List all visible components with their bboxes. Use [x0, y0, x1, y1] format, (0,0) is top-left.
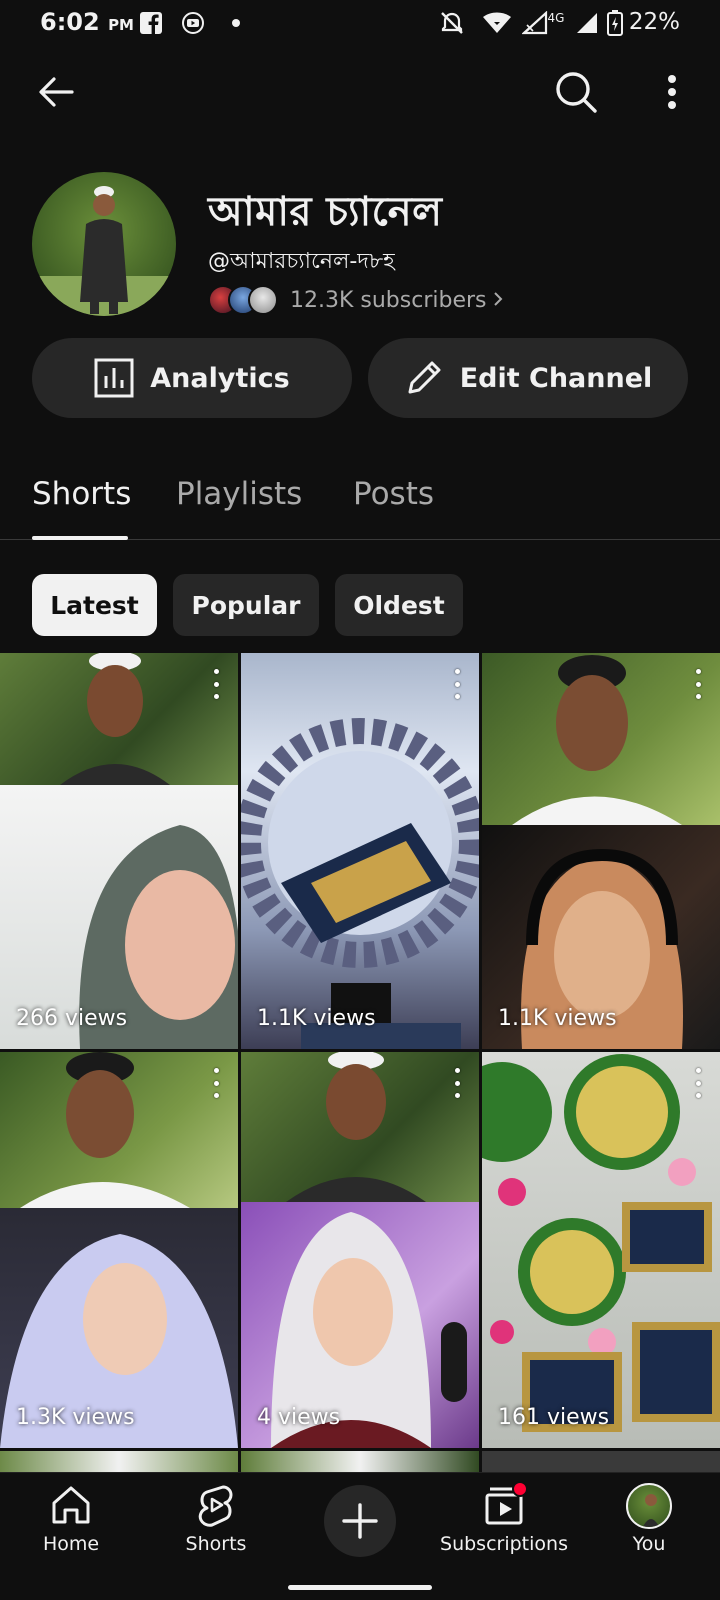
- analytics-label: Analytics: [150, 362, 290, 394]
- short-thumbnail[interactable]: 161 views: [482, 1052, 720, 1448]
- battery-icon: [606, 10, 624, 36]
- nav-shorts-label: Shorts: [185, 1533, 247, 1555]
- subscriber-count: 12.3K subscribers: [290, 287, 487, 313]
- tab-shorts[interactable]: Shorts: [32, 476, 131, 512]
- more-vertical-icon: [668, 75, 676, 109]
- view-count: 4 views: [257, 1405, 341, 1430]
- active-tab-indicator: [32, 536, 128, 540]
- thumbnail-image: [482, 1052, 720, 1448]
- subscriber-avatar: [248, 285, 278, 315]
- mobile-signal-4g-icon: 4G: [520, 10, 566, 36]
- subscriptions-icon-wrap: [480, 1481, 528, 1527]
- notification-badge: [512, 1481, 528, 1497]
- short-thumbnail[interactable]: 266 views: [0, 653, 238, 1049]
- view-count: 1.1K views: [498, 1006, 617, 1031]
- thumbnail-top-image: [0, 1052, 238, 1208]
- pencil-icon: [408, 361, 441, 394]
- more-options-button[interactable]: [644, 64, 700, 120]
- view-count: 161 views: [498, 1405, 610, 1430]
- create-button[interactable]: [324, 1485, 396, 1557]
- more-vertical-icon[interactable]: [688, 669, 708, 699]
- chevron-right-icon: [493, 288, 503, 313]
- nav-shorts[interactable]: Shorts: [141, 1483, 291, 1555]
- chip-oldest[interactable]: Oldest: [335, 574, 463, 636]
- more-vertical-icon[interactable]: [206, 1068, 226, 1098]
- tab-playlists[interactable]: Playlists: [176, 476, 302, 512]
- channel-avatar[interactable]: [32, 172, 176, 316]
- plus-icon: [342, 1503, 378, 1539]
- status-time-ampm: PM: [108, 16, 134, 34]
- arrow-left-icon: [39, 77, 74, 107]
- nav-subscriptions-label: Subscriptions: [440, 1533, 568, 1555]
- facebook-icon: [138, 10, 164, 36]
- avatar: [626, 1483, 672, 1529]
- shorts-icon: [198, 1485, 233, 1527]
- short-thumbnail[interactable]: 1.1K views: [482, 653, 720, 1049]
- subscribers-row[interactable]: 12.3K subscribers: [208, 284, 503, 316]
- more-vertical-icon[interactable]: [447, 1068, 467, 1098]
- chip-latest[interactable]: Latest: [32, 574, 157, 636]
- channel-name: আমার চ্যানেল: [208, 189, 443, 235]
- thumbnail-top-image: [0, 653, 238, 785]
- view-count: 1.1K views: [257, 1006, 376, 1031]
- view-count: 266 views: [16, 1006, 128, 1031]
- short-thumbnail[interactable]: 4 views: [241, 1052, 479, 1448]
- nav-you[interactable]: You: [574, 1483, 720, 1555]
- battery-percent: 22%: [628, 9, 680, 35]
- edit-channel-label: Edit Channel: [459, 362, 653, 394]
- thumbnail-top-image: [482, 653, 720, 825]
- analytics-button[interactable]: Analytics: [32, 338, 352, 418]
- short-thumbnail[interactable]: 1.1K views: [241, 653, 479, 1049]
- nav-subscriptions[interactable]: Subscriptions: [429, 1481, 579, 1555]
- channel-tabs: Shorts Playlists Posts: [0, 470, 720, 540]
- short-thumbnail[interactable]: 1.3K views: [0, 1052, 238, 1448]
- home-icon: [52, 1486, 90, 1524]
- thumbnail-top-image: [241, 1052, 479, 1202]
- youtube-notification-icon: [180, 10, 206, 36]
- status-bar: 6:02 PM 4G 22%: [0, 0, 720, 48]
- network-type: 4G: [547, 11, 565, 25]
- more-vertical-icon[interactable]: [688, 1068, 708, 1098]
- home-indicator: [288, 1585, 432, 1590]
- analytics-icon: [94, 358, 134, 398]
- nav-you-label: You: [632, 1533, 666, 1555]
- status-time: 6:02 PM: [40, 8, 134, 36]
- notification-dot-icon: [230, 10, 242, 36]
- thumbnail-image: [241, 653, 479, 1049]
- nav-home-label: Home: [42, 1533, 100, 1555]
- bottom-navigation: Home Shorts Subscriptions You: [0, 1472, 720, 1600]
- alarm-off-icon: [438, 10, 466, 36]
- search-icon: [556, 72, 597, 113]
- channel-handle: @আমারচ্যানেল-দ৮হ: [208, 249, 395, 274]
- edit-channel-button[interactable]: Edit Channel: [368, 338, 688, 418]
- view-count: 1.3K views: [16, 1405, 135, 1430]
- nav-home[interactable]: Home: [0, 1483, 146, 1555]
- back-button[interactable]: [28, 64, 84, 120]
- status-time-value: 6:02: [40, 8, 100, 36]
- signal-icon: [574, 10, 600, 36]
- top-app-bar: [0, 60, 720, 124]
- more-vertical-icon[interactable]: [206, 669, 226, 699]
- tab-posts[interactable]: Posts: [353, 476, 434, 512]
- chip-popular[interactable]: Popular: [173, 574, 319, 636]
- search-button[interactable]: [548, 64, 604, 120]
- more-vertical-icon[interactable]: [447, 669, 467, 699]
- wifi-icon: [482, 10, 512, 36]
